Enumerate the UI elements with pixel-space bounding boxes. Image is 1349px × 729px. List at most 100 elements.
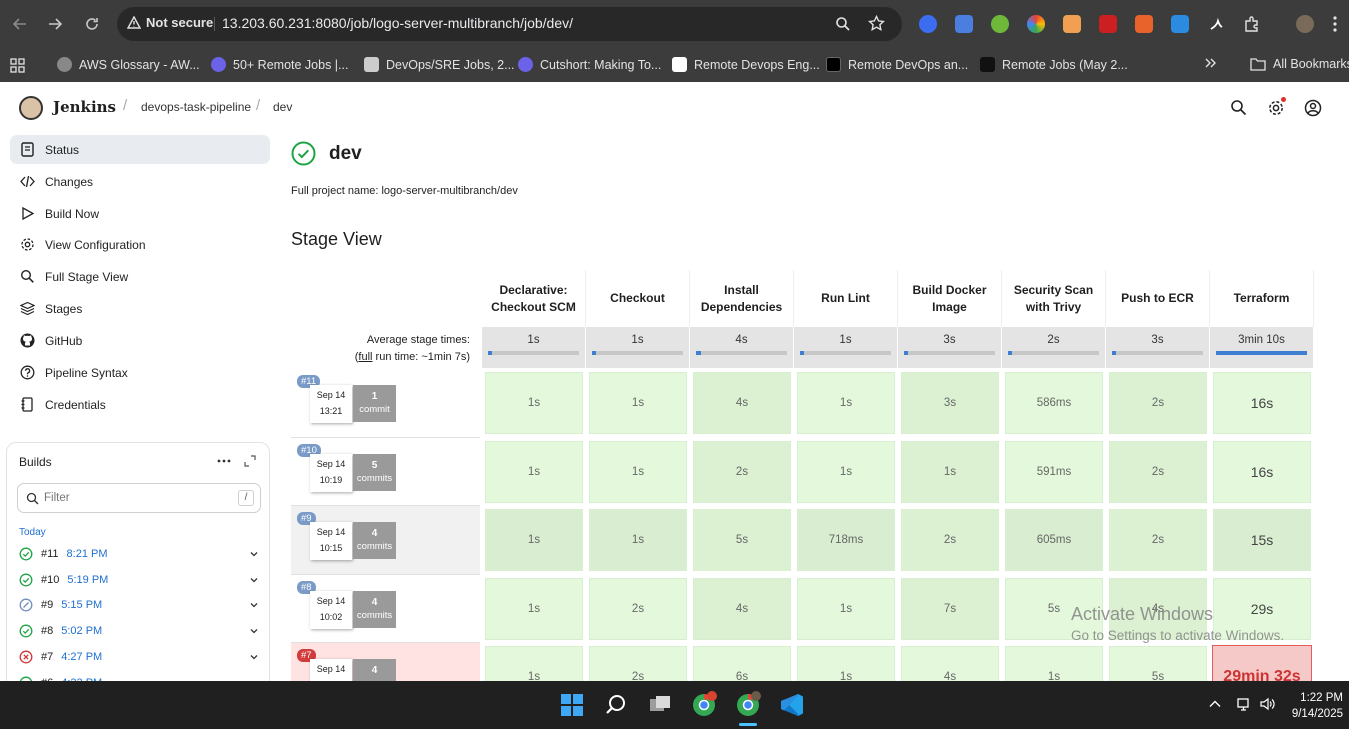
sidebar-item-pipeline-syntax[interactable]: Pipeline Syntax: [10, 358, 270, 387]
stage-cell[interactable]: 1s: [484, 371, 584, 435]
commit-count-card[interactable]: 4 commits: [353, 590, 396, 628]
security-indicator[interactable]: Not secure: [127, 15, 213, 30]
build-time[interactable]: 5:15 PM: [61, 599, 102, 611]
screenshot-icon[interactable]: [1171, 15, 1189, 33]
windows-start-icon[interactable]: [557, 690, 587, 720]
build-number[interactable]: #8: [41, 625, 53, 637]
build-time[interactable]: 8:21 PM: [67, 548, 108, 560]
bookmark-3[interactable]: DevOps/SRE Jobs, 2...: [364, 57, 515, 72]
bookmark-4[interactable]: Cutshort: Making To...: [518, 57, 661, 72]
chevron-down-icon[interactable]: [249, 600, 259, 610]
build-list-item[interactable]: #10 5:19 PM: [19, 573, 259, 587]
stage-cell[interactable]: 2s: [900, 508, 1000, 572]
chrome-profile-icon[interactable]: [733, 690, 763, 726]
bookmark-1[interactable]: AWS Glossary - AW...: [57, 57, 200, 72]
sidebar-item-build-now[interactable]: Build Now: [10, 199, 270, 228]
bookmark-6[interactable]: Remote DevOps an...: [826, 57, 968, 72]
stage-cell[interactable]: 1s: [796, 371, 896, 435]
filter-field[interactable]: /: [17, 483, 261, 513]
sidebar-item-github[interactable]: GitHub: [10, 326, 270, 355]
stage-cell[interactable]: 1s: [588, 508, 688, 572]
translate-icon[interactable]: [955, 15, 973, 33]
build-list-item[interactable]: #11 8:21 PM: [19, 547, 259, 561]
jenkins-brand[interactable]: Jenkins: [53, 98, 116, 116]
build-time[interactable]: 4:27 PM: [61, 651, 102, 663]
stage-cell[interactable]: 605ms: [1004, 508, 1104, 572]
stage-cell[interactable]: 586ms: [1004, 371, 1104, 435]
bulb-icon[interactable]: [991, 15, 1009, 33]
chrome-icon[interactable]: [689, 690, 719, 720]
slides-icon[interactable]: [1135, 15, 1153, 33]
sidebar-item-stages[interactable]: Stages: [10, 294, 270, 323]
task-view-icon[interactable]: [645, 690, 675, 720]
stage-cell[interactable]: 3s: [900, 371, 1000, 435]
breadcrumb-branch[interactable]: dev: [273, 100, 292, 114]
stage-cell[interactable]: 1s: [796, 439, 896, 504]
stage-cell[interactable]: 2s: [588, 576, 688, 641]
build-time[interactable]: 5:02 PM: [61, 625, 102, 637]
extension-icon-1[interactable]: [919, 15, 937, 33]
bookmark-7[interactable]: Remote Jobs (May 2...: [980, 57, 1128, 72]
stage-cell[interactable]: 2s: [1108, 508, 1208, 572]
search-icon[interactable]: [601, 690, 631, 720]
chevron-down-icon[interactable]: [249, 626, 259, 636]
apps-grid-icon[interactable]: [10, 58, 25, 73]
stage-cell[interactable]: 16s: [1212, 371, 1312, 435]
stage-cell[interactable]: 2s: [692, 439, 792, 504]
stage-cell[interactable]: 1s: [588, 371, 688, 435]
stage-cell[interactable]: 4s: [692, 371, 792, 435]
build-list-item[interactable]: #7 4:27 PM: [19, 650, 259, 664]
stage-cell[interactable]: 4s: [1108, 576, 1208, 641]
build-list-item[interactable]: #8 5:02 PM: [19, 624, 259, 638]
stage-cell[interactable]: 4s: [692, 576, 792, 641]
extensions-puzzle-icon[interactable]: [1243, 15, 1261, 33]
stage-cell[interactable]: 2s: [1108, 439, 1208, 504]
stage-cell[interactable]: 15s: [1212, 508, 1312, 572]
vscode-icon[interactable]: [777, 690, 807, 720]
sidebar-item-full-stage-view[interactable]: Full Stage View: [10, 262, 270, 291]
all-bookmarks[interactable]: All Bookmarks: [1250, 57, 1349, 71]
stage-cell[interactable]: 16s: [1212, 439, 1312, 504]
full-run-time-link[interactable]: full: [358, 351, 372, 363]
network-icon[interactable]: [1236, 696, 1252, 712]
sidebar-item-view-configuration[interactable]: View Configuration: [10, 230, 270, 259]
chevron-down-icon[interactable]: [249, 652, 259, 662]
taskbar-clock[interactable]: 1:22 PM 9/14/2025: [1285, 690, 1343, 722]
stage-cell[interactable]: 29s: [1212, 576, 1312, 641]
forward-arrow-icon[interactable]: [43, 12, 67, 36]
user-account-icon[interactable]: [1304, 99, 1322, 117]
chevron-down-icon[interactable]: [249, 549, 259, 559]
sidebar-item-status[interactable]: Status: [10, 135, 270, 164]
extension-icon-6[interactable]: [1099, 15, 1117, 33]
extension-icon-9[interactable]: [1207, 15, 1225, 33]
sidebar-item-changes[interactable]: Changes: [10, 167, 270, 196]
bookmark-5[interactable]: Remote Devops Eng...: [672, 57, 820, 72]
stage-cell[interactable]: 591ms: [1004, 439, 1104, 504]
stage-cell[interactable]: 5s: [692, 508, 792, 572]
zoom-icon[interactable]: [835, 16, 851, 32]
extension-icon-5[interactable]: [1063, 15, 1081, 33]
chevron-up-icon[interactable]: [1209, 698, 1221, 710]
build-number[interactable]: #11: [41, 548, 59, 560]
stage-cell[interactable]: 1s: [484, 576, 584, 641]
url-text[interactable]: 13.203.60.231:8080/job/logo-server-multi…: [222, 15, 573, 31]
build-number[interactable]: #10: [41, 574, 59, 586]
stage-cell[interactable]: 5s: [1004, 576, 1104, 641]
breadcrumb-pipeline[interactable]: devops-task-pipeline: [141, 100, 251, 114]
search-icon[interactable]: [1230, 99, 1247, 116]
stage-cell[interactable]: 1s: [484, 508, 584, 572]
bookmarks-overflow-icon[interactable]: [1203, 56, 1217, 70]
chevron-down-icon[interactable]: [249, 575, 259, 585]
menu-dots-icon[interactable]: [1332, 15, 1349, 33]
build-number[interactable]: #9: [41, 599, 53, 611]
address-bar[interactable]: Not secure 13.203.60.231:8080/job/logo-s…: [117, 7, 902, 41]
volume-icon[interactable]: [1259, 696, 1275, 712]
build-time[interactable]: 5:19 PM: [67, 574, 108, 586]
stage-cell[interactable]: 1s: [900, 439, 1000, 504]
stage-cell[interactable]: 718ms: [796, 508, 896, 572]
back-arrow-icon[interactable]: [8, 12, 32, 36]
commit-count-card[interactable]: 5 commits: [353, 453, 396, 491]
star-icon[interactable]: [868, 15, 885, 32]
build-number[interactable]: #7: [41, 651, 53, 663]
stage-cell[interactable]: 1s: [796, 576, 896, 641]
